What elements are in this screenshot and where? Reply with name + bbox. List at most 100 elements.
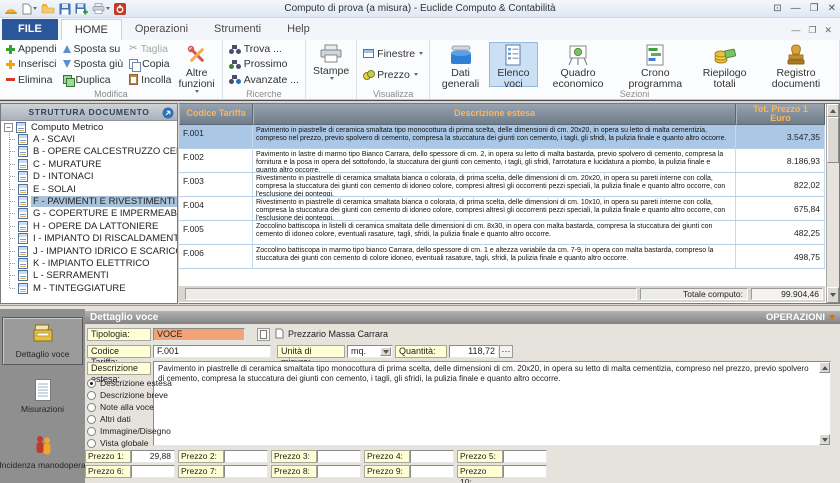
radio-descrizione-estesa[interactable]: Descrizione estesa <box>87 377 172 389</box>
sidebar-incidenza-button[interactable]: Incidenza manodopera <box>2 427 83 477</box>
minimize-button[interactable]: — <box>791 3 801 14</box>
taglia-button[interactable]: ✂Taglia <box>127 42 173 56</box>
pin-panel-icon[interactable] <box>162 107 174 121</box>
prezzo-4-field[interactable] <box>410 450 454 463</box>
radio-descrizione-breve[interactable]: Descrizione breve <box>87 389 172 401</box>
quadro-economico-button[interactable]: Quadro economico <box>540 42 617 87</box>
tab-file[interactable]: FILE <box>2 19 58 40</box>
table-row[interactable]: F.006 Zoccolino battiscopa in marmo tipo… <box>179 245 825 269</box>
tree-root-item[interactable]: Computo Metrico <box>1 121 177 133</box>
operazioni-panel-toggle[interactable]: OPERAZIONI <box>766 312 835 323</box>
tab-home[interactable]: HOME <box>61 19 122 40</box>
elenco-voci-button[interactable]: Elenco voci <box>489 42 538 87</box>
finestre-button[interactable]: Finestre <box>361 46 425 61</box>
quantita-more-button[interactable]: ··· <box>499 345 513 358</box>
table-row[interactable]: F.004 Rivestimento in piastrelle di cera… <box>179 197 825 221</box>
new-document-dropdown-icon[interactable] <box>33 7 37 10</box>
tree-item[interactable]: L - SERRAMENTI <box>1 270 177 282</box>
riepilogo-totali-button[interactable]: Riepilogo totali <box>694 42 755 87</box>
sposta-giu-button[interactable]: Sposta giù <box>61 57 126 71</box>
table-row[interactable]: F.002 Pavimento in lastre di marmo tipo … <box>179 149 825 173</box>
sidebar-dettaglio-voce-button[interactable]: Dettaglio voce <box>2 317 83 365</box>
appendi-button[interactable]: Appendi <box>4 42 59 56</box>
table-row[interactable]: F.005 Zoccolino battiscopa in listelli d… <box>179 221 825 245</box>
prezzo-6-field[interactable] <box>131 465 175 478</box>
unita-dropdown-button[interactable] <box>380 347 391 356</box>
prezzo-7-field[interactable] <box>224 465 268 478</box>
print-dropdown-icon[interactable] <box>106 7 110 10</box>
tree-item[interactable]: G - COPERTURE E IMPERMEABILIZZAZ <box>1 208 177 220</box>
prezzo-1-field[interactable]: 29,88 <box>131 450 175 463</box>
prezzo-10-field[interactable] <box>503 465 547 478</box>
save-button[interactable] <box>59 1 71 16</box>
grid-vertical-scrollbar[interactable] <box>826 104 839 303</box>
restore-button[interactable]: ❐ <box>810 3 819 14</box>
tree-item[interactable]: B - OPERE CALCESTRUZZO CEMENTIZ <box>1 146 177 158</box>
print-button[interactable] <box>92 1 110 16</box>
radio-note-alla-voce[interactable]: Note alla voce <box>87 401 172 413</box>
registro-documenti-button[interactable]: Registro documenti <box>757 42 835 87</box>
mdi-restore-button[interactable]: ❐ <box>808 25 816 36</box>
tree-item[interactable]: J - IMPIANTO IDRICO E SCARICO <box>1 245 177 257</box>
prezzo-3-field[interactable] <box>317 450 361 463</box>
scrollbar-thumb[interactable] <box>827 117 839 163</box>
collapse-expander-icon[interactable] <box>4 123 13 132</box>
tipologia-browse-button[interactable] <box>257 328 270 341</box>
scrollbar-track[interactable] <box>827 163 839 287</box>
textarea-scroll-down-button[interactable] <box>819 434 830 445</box>
unita-misura-dropdown[interactable]: mq. <box>347 345 393 358</box>
column-header-prezzo[interactable]: Tot. Prezzo 1Euro <box>736 104 825 125</box>
radio-vista-globale[interactable]: Vista globale <box>87 437 172 449</box>
sposta-su-button[interactable]: Sposta su <box>61 42 126 56</box>
new-document-button[interactable] <box>22 1 37 16</box>
trova-button[interactable]: Trova ... <box>227 42 301 56</box>
inserisci-button[interactable]: Inserisci <box>4 57 59 71</box>
prezzo-button[interactable]: Prezzo <box>361 67 425 82</box>
tipologia-field[interactable]: VOCE <box>153 328 245 341</box>
column-header-codice[interactable]: Codice Tariffa <box>179 104 253 125</box>
duplica-button[interactable]: Duplica <box>61 73 126 87</box>
textarea-scroll-up-button[interactable] <box>819 362 830 373</box>
open-button[interactable] <box>41 1 55 16</box>
scroll-down-button[interactable] <box>827 287 839 303</box>
tab-strumenti[interactable]: Strumenti <box>201 19 274 40</box>
sidebar-misurazioni-button[interactable]: Misurazioni <box>2 371 83 421</box>
altre-funzioni-button[interactable]: Altre funzioni <box>176 42 218 87</box>
tab-help[interactable]: Help <box>274 19 323 40</box>
tree-item[interactable]: C - MURATURE <box>1 158 177 170</box>
tree-item-selected[interactable]: F - PAVIMENTI E RIVESTIMENTI <box>1 195 177 207</box>
tree-item[interactable]: K - IMPIANTO ELETTRICO <box>1 257 177 269</box>
quantita-field[interactable]: 118,72 <box>449 345 499 358</box>
tree-item[interactable]: H - OPERE DA LATTONIERE <box>1 220 177 232</box>
tree-item[interactable]: M - TINTEGGIATURE <box>1 282 177 294</box>
prezzo-9-field[interactable] <box>410 465 454 478</box>
incolla-button[interactable]: Incolla <box>127 73 173 87</box>
radio-altri-dati[interactable]: Altri dati <box>87 413 172 425</box>
mdi-close-button[interactable]: ✕ <box>824 25 832 36</box>
table-row-selected[interactable]: F.001 Pavimento in piastrelle di ceramic… <box>179 125 825 149</box>
radio-immagine-disegno[interactable]: Immagine/Disegno <box>87 425 172 437</box>
tree-item[interactable]: A - SCAVI <box>1 133 177 145</box>
descrizione-textarea[interactable]: Pavimento in piastrelle di ceramica smal… <box>153 361 831 446</box>
tree-item[interactable]: I - IMPIANTO DI RISCALDAMENTO <box>1 233 177 245</box>
table-row[interactable]: F.003 Rivestimento in piastrelle di cera… <box>179 173 825 197</box>
column-header-descrizione[interactable]: Descrizione estesa <box>253 104 736 125</box>
crono-programma-button[interactable]: Crono programma <box>618 42 692 87</box>
exit-button[interactable] <box>114 1 126 16</box>
avanzate-button[interactable]: Avanzate ... <box>227 73 301 87</box>
tab-operazioni[interactable]: Operazioni <box>122 19 201 40</box>
dati-generali-button[interactable]: Dati generali <box>434 42 487 87</box>
prezzo-8-field[interactable] <box>317 465 361 478</box>
tree-item[interactable]: E - SOLAI <box>1 183 177 195</box>
tree-item[interactable]: D - INTONACI <box>1 171 177 183</box>
save-as-button[interactable] <box>75 1 88 16</box>
elimina-button[interactable]: Elimina <box>4 73 59 87</box>
prossimo-button[interactable]: Prossimo <box>227 57 301 71</box>
prezzo-5-field[interactable] <box>503 450 547 463</box>
prezzo-2-field[interactable] <box>224 450 268 463</box>
ribbon-options-icon[interactable]: ⊡ <box>773 3 781 14</box>
codice-tariffa-field[interactable]: F.001 <box>153 345 271 358</box>
copia-button[interactable]: Copia <box>127 57 173 71</box>
close-button[interactable]: ✕ <box>828 3 836 14</box>
stampe-button[interactable]: Stampe <box>310 42 352 87</box>
